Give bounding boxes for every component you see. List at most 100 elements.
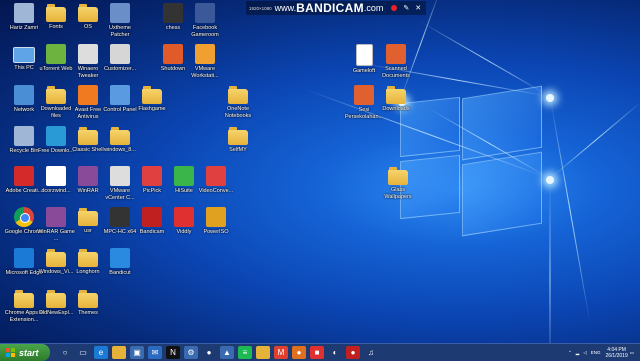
folder-icon[interactable] xyxy=(256,346,270,359)
icon-label: OneNote Notebooks xyxy=(224,106,252,119)
app-icon xyxy=(14,248,34,268)
app-icon xyxy=(14,85,34,105)
desktop-icon[interactable]: Themes xyxy=(68,289,108,317)
cortana-icon[interactable]: ○ xyxy=(58,346,72,359)
desktop-icon[interactable]: windows_8... xyxy=(100,126,140,154)
desktop-icon[interactable]: VMware Workstati... xyxy=(185,44,225,79)
spotify-icon[interactable]: ≡ xyxy=(238,346,252,359)
desktop-icon[interactable]: PowerISO xyxy=(196,207,236,236)
firefox-icon[interactable]: ● xyxy=(292,346,306,359)
store-icon[interactable]: ▣ xyxy=(130,346,144,359)
gmail-icon[interactable]: M xyxy=(274,346,288,359)
folder-icon xyxy=(46,290,66,308)
app-icon xyxy=(14,166,34,186)
desktop-icon[interactable]: OneNote Notebooks xyxy=(218,85,258,119)
app-icon xyxy=(14,126,34,146)
desktop-icon[interactable]: VideoConve... xyxy=(196,166,236,195)
edge-icon[interactable]: e xyxy=(94,346,108,359)
icon-label: VideoConve... xyxy=(198,188,234,194)
desktop-icon[interactable]: Scanned Documents xyxy=(376,44,416,79)
light-ray xyxy=(549,178,551,343)
language-indicator[interactable]: ENG xyxy=(591,350,601,355)
volume-icon[interactable]: ◁ xyxy=(583,350,586,356)
app-icon xyxy=(163,3,183,23)
icon-label: SelfMY xyxy=(229,147,247,153)
desktop-icon[interactable]: Bandicut xyxy=(100,248,140,277)
icon-label: Themes xyxy=(78,310,98,316)
icon-label: Facebook Gameroom xyxy=(191,25,219,38)
folder-icon xyxy=(228,86,248,104)
windows-flag-icon xyxy=(6,348,15,357)
clock[interactable]: 4:04 PM 26/1/2019 xyxy=(605,347,627,359)
icon-label: Customizer... xyxy=(103,66,137,72)
media-icon[interactable]: ◐ xyxy=(328,346,342,359)
bandicam-icon[interactable]: ● xyxy=(346,346,360,359)
icon-label: Flashgame xyxy=(138,106,166,112)
app-icon xyxy=(46,207,66,227)
app-icon xyxy=(195,3,215,23)
folder-icon xyxy=(78,127,98,145)
folder-icon xyxy=(78,249,98,267)
start-button[interactable]: start xyxy=(0,344,50,361)
desktop-icon[interactable]: Downloads xyxy=(376,85,416,113)
icon-label: PowerISO xyxy=(203,229,229,235)
app-icon xyxy=(110,44,130,64)
logo-pane xyxy=(462,151,542,237)
watermark-brand: BANDICAM xyxy=(296,1,364,15)
photos-icon[interactable]: ▲ xyxy=(220,346,234,359)
settings-icon[interactable]: ⚙ xyxy=(184,346,198,359)
folder-icon xyxy=(110,127,130,145)
folder-icon xyxy=(142,86,162,104)
chrome-icon[interactable]: ● xyxy=(202,346,216,359)
folder-icon xyxy=(386,86,406,104)
app-icon xyxy=(142,166,162,186)
taskbar: start ○ ▭ e ▣ ✉ N ⚙ ● ▲ ≡ M ● ■ ◐ ● ♫ ⌃ ▂ ◁ ENG 4:04 PM… xyxy=(0,343,640,361)
folder-icon xyxy=(78,290,98,308)
close-icon[interactable]: ✕ xyxy=(415,4,421,12)
pinned-apps: ○ ▭ e ▣ ✉ N ⚙ ● ▲ ≡ M ● ■ ◐ ● ♫ xyxy=(56,346,380,359)
folder-icon xyxy=(78,208,98,226)
netflix-icon[interactable]: N xyxy=(166,346,180,359)
network-icon[interactable]: ▂ xyxy=(576,350,579,356)
light-ray xyxy=(549,100,640,179)
icon-label: VMware Workstati... xyxy=(191,66,219,79)
light-glow xyxy=(546,94,554,102)
chrome-icon xyxy=(14,207,34,227)
desktop-icon[interactable]: SelfMY xyxy=(218,126,258,154)
app-icon xyxy=(206,166,226,186)
app-icon xyxy=(78,85,98,105)
app-icon xyxy=(206,207,226,227)
record-icon[interactable] xyxy=(391,5,398,11)
explorer-icon[interactable] xyxy=(112,346,126,359)
folder-icon xyxy=(46,86,66,104)
desktop-icon[interactable]: Customizer... xyxy=(100,44,140,73)
app-icon xyxy=(110,166,130,186)
icon-label: Uxtheme Patcher xyxy=(108,25,131,38)
icon-label: Glass Wallpapers xyxy=(384,187,412,200)
desktop-icon[interactable]: Facebook Gameroom xyxy=(185,3,225,38)
task-view-icon[interactable]: ▭ xyxy=(76,346,90,359)
desktop-icon[interactable]: Flashgame xyxy=(132,85,172,113)
notifications-icon[interactable]: ▭ xyxy=(630,350,634,356)
chevron-up-icon[interactable]: ⌃ xyxy=(568,350,572,356)
start-label: start xyxy=(19,347,39,358)
app-icon xyxy=(386,44,406,64)
app-icon xyxy=(354,85,374,105)
document-icon xyxy=(355,44,373,66)
folder-icon xyxy=(78,4,98,22)
app-icon xyxy=(110,3,130,23)
folder-icon xyxy=(228,127,248,145)
app-icon[interactable]: ■ xyxy=(310,346,324,359)
desktop-icon[interactable]: Glass Wallpapers xyxy=(378,166,418,200)
desktop-icon[interactable]: Uxtheme Patcher xyxy=(100,3,140,38)
folder-icon xyxy=(46,249,66,267)
system-tray: ⌃ ▂ ◁ ENG 4:04 PM 26/1/2019 ▭ xyxy=(566,344,640,361)
app-icon xyxy=(46,126,66,146)
folder-icon xyxy=(388,167,408,185)
icon-label: windows_8... xyxy=(104,147,136,153)
bandicam-watermark: 1920×1080 www. BANDICAM .com ✎ ✕ xyxy=(246,1,427,15)
music-icon[interactable]: ♫ xyxy=(364,346,378,359)
pencil-icon[interactable]: ✎ xyxy=(403,4,409,12)
watermark-com: .com xyxy=(363,3,384,13)
mail-icon[interactable]: ✉ xyxy=(148,346,162,359)
